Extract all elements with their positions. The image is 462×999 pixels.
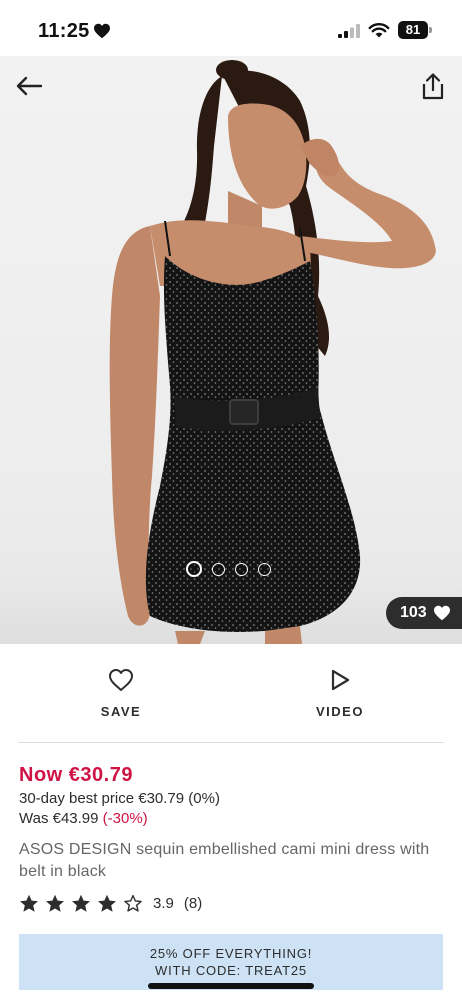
signal-icon	[338, 24, 360, 38]
battery-icon: 81	[398, 21, 432, 39]
heart-outline-icon	[109, 669, 133, 691]
carousel-dot[interactable]	[235, 562, 248, 576]
battery-level: 81	[398, 21, 428, 39]
status-bar: 11:25 81	[0, 0, 462, 56]
star-filled-icon	[98, 894, 116, 912]
carousel-dot[interactable]	[212, 562, 225, 576]
rating-summary[interactable]: 3.9 (8)	[19, 893, 202, 913]
back-arrow-icon[interactable]	[14, 74, 44, 98]
video-button[interactable]: VIDEO	[280, 644, 400, 742]
share-icon[interactable]	[420, 72, 446, 100]
home-indicator[interactable]	[148, 983, 314, 989]
model-photo	[109, 60, 436, 644]
carousel-dot[interactable]	[258, 562, 271, 576]
review-count: (8)	[183, 894, 203, 912]
save-button[interactable]: SAVE	[61, 644, 181, 742]
carousel-indicator[interactable]	[186, 561, 271, 577]
star-outline-icon	[124, 894, 142, 912]
rating-value: 3.9	[153, 894, 174, 912]
star-filled-icon	[20, 894, 38, 912]
was-price: Was €43.99	[19, 810, 99, 827]
product-title: ASOS DESIGN sequin embellished cami mini…	[19, 841, 430, 880]
discount-percent: (-30%)	[102, 810, 148, 827]
video-label: VIDEO	[316, 704, 364, 719]
likes-badge[interactable]: 103	[386, 597, 462, 629]
save-label: SAVE	[100, 704, 142, 719]
promo-headline: 25% OFF EVERYTHING!	[149, 946, 313, 961]
carousel-dot[interactable]	[186, 561, 202, 577]
previous-price: Was €43.99 (-30%)	[19, 810, 148, 827]
wifi-icon	[368, 23, 390, 38]
battery-tip	[429, 27, 432, 33]
heart-icon	[94, 23, 110, 39]
product-image[interactable]: 103	[0, 56, 462, 644]
play-icon	[331, 669, 350, 691]
star-filled-icon	[72, 894, 90, 912]
promo-banner[interactable]: 25% OFF EVERYTHING! WITH CODE: TREAT25	[19, 934, 443, 990]
divider	[18, 742, 444, 743]
likes-count: 103	[400, 604, 427, 621]
star-filled-icon	[46, 894, 64, 912]
heart-icon	[433, 605, 450, 621]
current-price: Now €30.79	[19, 764, 133, 786]
product-actions: SAVE VIDEO	[0, 644, 462, 742]
star-rating	[19, 894, 143, 913]
promo-code: WITH CODE: TREAT25	[155, 963, 307, 978]
best-price-note: 30-day best price €30.79 (0%)	[19, 790, 220, 807]
status-time: 11:25	[38, 20, 90, 42]
